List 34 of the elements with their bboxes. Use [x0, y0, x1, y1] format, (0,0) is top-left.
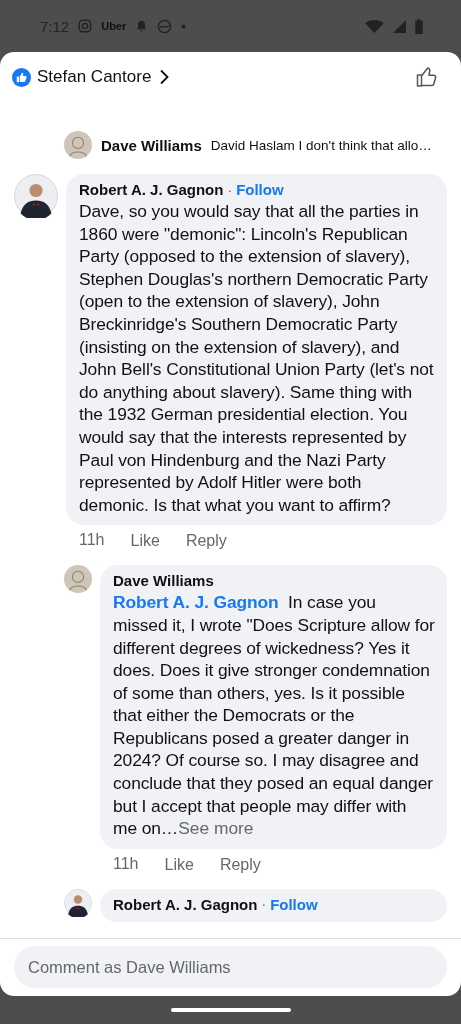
avatar[interactable]	[14, 174, 58, 218]
comment-time: 11h	[79, 531, 105, 551]
separator-dot: ·	[261, 896, 267, 913]
chevron-right-icon[interactable]	[159, 69, 170, 85]
like-link[interactable]: Like	[164, 854, 194, 875]
separator-dot: ·	[227, 181, 233, 198]
follow-link[interactable]: Follow	[236, 181, 284, 198]
dot-icon	[181, 23, 187, 29]
mention-link[interactable]: Robert A. J. Gagnon	[113, 592, 279, 613]
app-badge-icon	[157, 18, 173, 34]
signal-icon	[393, 19, 406, 33]
app-label: Uber	[101, 20, 127, 32]
comment-time: 11h	[113, 854, 139, 874]
commenter-name[interactable]: Robert A. J. Gagnon	[79, 181, 224, 198]
battery-icon	[415, 18, 423, 34]
comment-text: Robert A. J. Gagnon In case you missed it, I wrote "Does Scripture allow for different degrees of wickedness? Yes it does. Does it give stronger condemnation of some than others, yes. Is it possible that either the Democrats or the Republicans posed a greater danger in 2024? Of course so. I may disagree and conclude that they posed an equal danger but I accept that people may differ with me on…See more	[113, 591, 435, 840]
like-badge-icon	[12, 67, 31, 87]
thumbs-up-icon[interactable]	[415, 65, 439, 89]
commenter-name[interactable]: Dave Williams	[113, 572, 214, 590]
reactor-name[interactable]: Stefan Cantore	[37, 67, 152, 87]
wifi-icon	[365, 19, 384, 33]
follow-link[interactable]: Follow	[270, 895, 318, 913]
reply-link[interactable]: Reply	[219, 854, 261, 875]
bell-icon	[135, 19, 149, 33]
see-more-link[interactable]: See more	[178, 818, 254, 840]
comment-text: Dave, so you would say that all the parties in 1860 were "demonic": Lincoln's Republican Party (opposed to the extension of slavery), Stephen Douglas's northern Democratic Party (open to the extension of slavery), John Breckinridge's Southern Democratic Party (insisting on the extension of slavery), and John Bell's Constitutional Union Party (let's not do anything about slavery). Same thing with the 1932 German presidential election. You would say that the interests represented by Paul von Hindenburg and the Nazi Party represented by Adolf Hitler were both demonic. Is that what you want to affirm?	[79, 200, 435, 517]
commenter-name[interactable]: Dave Williams	[101, 136, 202, 154]
reply-preview[interactable]: David Haslam I don't think that allo…	[210, 137, 432, 153]
reply-link[interactable]: Reply	[185, 531, 227, 552]
camera-app-icon	[78, 19, 93, 33]
commenter-name[interactable]: Robert A. J. Gagnon	[113, 895, 258, 913]
avatar[interactable]	[64, 888, 92, 917]
like-link[interactable]: Like	[130, 531, 160, 552]
comment-input-field[interactable]: Comment as Dave Williams	[14, 946, 447, 988]
